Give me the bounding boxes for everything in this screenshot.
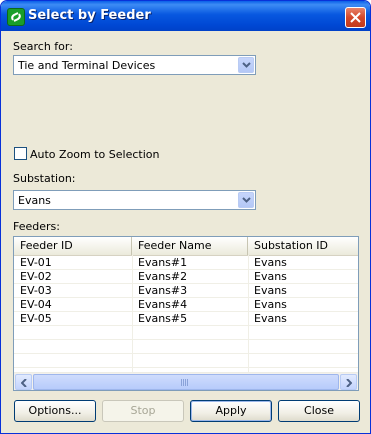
auto-zoom-label[interactable]: Auto Zoom to Selection [30, 148, 159, 161]
grid-divider [14, 367, 358, 368]
table-row[interactable]: EV-05 Evans#5 Evans [14, 312, 358, 326]
column-header-feeder-name[interactable]: Feeder Name [132, 237, 248, 255]
cell-substation-id: Evans [254, 298, 287, 311]
column-header-feeder-id[interactable]: Feeder ID [14, 237, 132, 255]
substation-dropdown[interactable]: Evans [13, 190, 256, 210]
substation-label: Substation: [13, 172, 76, 185]
cell-substation-id: Evans [254, 312, 287, 325]
table-row[interactable]: EV-01 Evans#1 Evans [14, 256, 358, 270]
chevron-down-icon[interactable] [238, 57, 254, 73]
column-header-substation-id[interactable]: Substation ID [248, 237, 358, 255]
close-button[interactable]: Close [278, 400, 360, 422]
cell-feeder-id: EV-04 [20, 298, 52, 311]
auto-zoom-checkbox[interactable] [14, 147, 27, 160]
apply-button[interactable]: Apply [190, 400, 272, 422]
app-icon [7, 8, 25, 26]
horizontal-scrollbar[interactable] [14, 372, 358, 390]
grid-divider [14, 353, 358, 354]
scroll-left-icon[interactable] [15, 374, 32, 390]
dialog-body: Search for: Tie and Terminal Devices Aut… [4, 31, 367, 430]
scrollbar-thumb[interactable] [33, 374, 339, 390]
cell-feeder-name: Evans#4 [138, 298, 188, 311]
select-by-feeder-dialog: Select by Feeder Search for: Tie and Ter… [0, 0, 371, 434]
table-row[interactable]: EV-03 Evans#3 Evans [14, 284, 358, 298]
cell-feeder-name: Evans#1 [138, 256, 188, 269]
table-row[interactable]: EV-02 Evans#2 Evans [14, 270, 358, 284]
table-row[interactable]: EV-04 Evans#4 Evans [14, 298, 358, 312]
search-for-dropdown[interactable]: Tie and Terminal Devices [13, 55, 256, 75]
cell-substation-id: Evans [254, 270, 287, 283]
chevron-down-icon[interactable] [238, 192, 254, 208]
window-title: Select by Feeder [28, 8, 151, 23]
grid-divider [14, 339, 358, 340]
search-for-label: Search for: [13, 40, 73, 53]
title-bar[interactable]: Select by Feeder [1, 1, 370, 31]
cell-feeder-name: Evans#2 [138, 270, 188, 283]
cell-feeder-id: EV-02 [20, 270, 52, 283]
cell-substation-id: Evans [254, 256, 287, 269]
cell-feeder-name: Evans#3 [138, 284, 188, 297]
search-for-value: Tie and Terminal Devices [18, 59, 156, 72]
feeders-label: Feeders: [13, 220, 60, 233]
stop-button[interactable]: Stop [102, 400, 184, 422]
cell-feeder-id: EV-01 [20, 256, 52, 269]
close-window-icon[interactable] [345, 7, 366, 28]
grip-icon [181, 379, 189, 386]
cell-feeder-id: EV-05 [20, 312, 52, 325]
list-header: Feeder ID Feeder Name Substation ID [14, 237, 358, 256]
feeders-list[interactable]: Feeder ID Feeder Name Substation ID EV-0… [13, 236, 359, 391]
substation-value: Evans [18, 194, 51, 207]
options-button[interactable]: Options... [14, 400, 96, 422]
cell-substation-id: Evans [254, 284, 287, 297]
cell-feeder-id: EV-03 [20, 284, 52, 297]
scroll-right-icon[interactable] [340, 374, 357, 390]
cell-feeder-name: Evans#5 [138, 312, 188, 325]
